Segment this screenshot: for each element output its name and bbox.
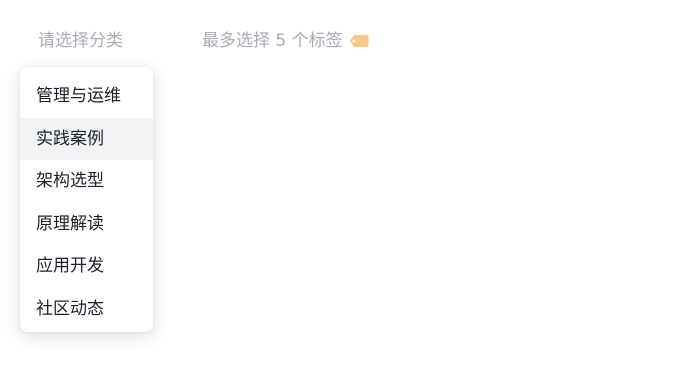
dropdown-item-app-development[interactable]: 应用开发	[20, 245, 153, 288]
tags-input[interactable]: 最多选择 5 个标签	[202, 28, 369, 54]
category-tag-editor: 请选择分类 最多选择 5 个标签 管理与运维 实践案例 架构选型 原理解读 应用…	[0, 0, 690, 370]
dropdown-item-principles[interactable]: 原理解读	[20, 203, 153, 246]
dropdown-item-practice-cases[interactable]: 实践案例	[20, 117, 153, 160]
category-dropdown: 管理与运维 实践案例 架构选型 原理解读 应用开发 社区动态	[20, 67, 153, 332]
dropdown-item-management-ops[interactable]: 管理与运维	[20, 75, 153, 118]
tag-icon	[349, 34, 369, 48]
dropdown-item-architecture[interactable]: 架构选型	[20, 160, 153, 203]
tags-placeholder: 最多选择 5 个标签	[202, 31, 343, 51]
category-select[interactable]: 请选择分类	[38, 28, 123, 54]
dropdown-item-community-news[interactable]: 社区动态	[20, 288, 153, 331]
